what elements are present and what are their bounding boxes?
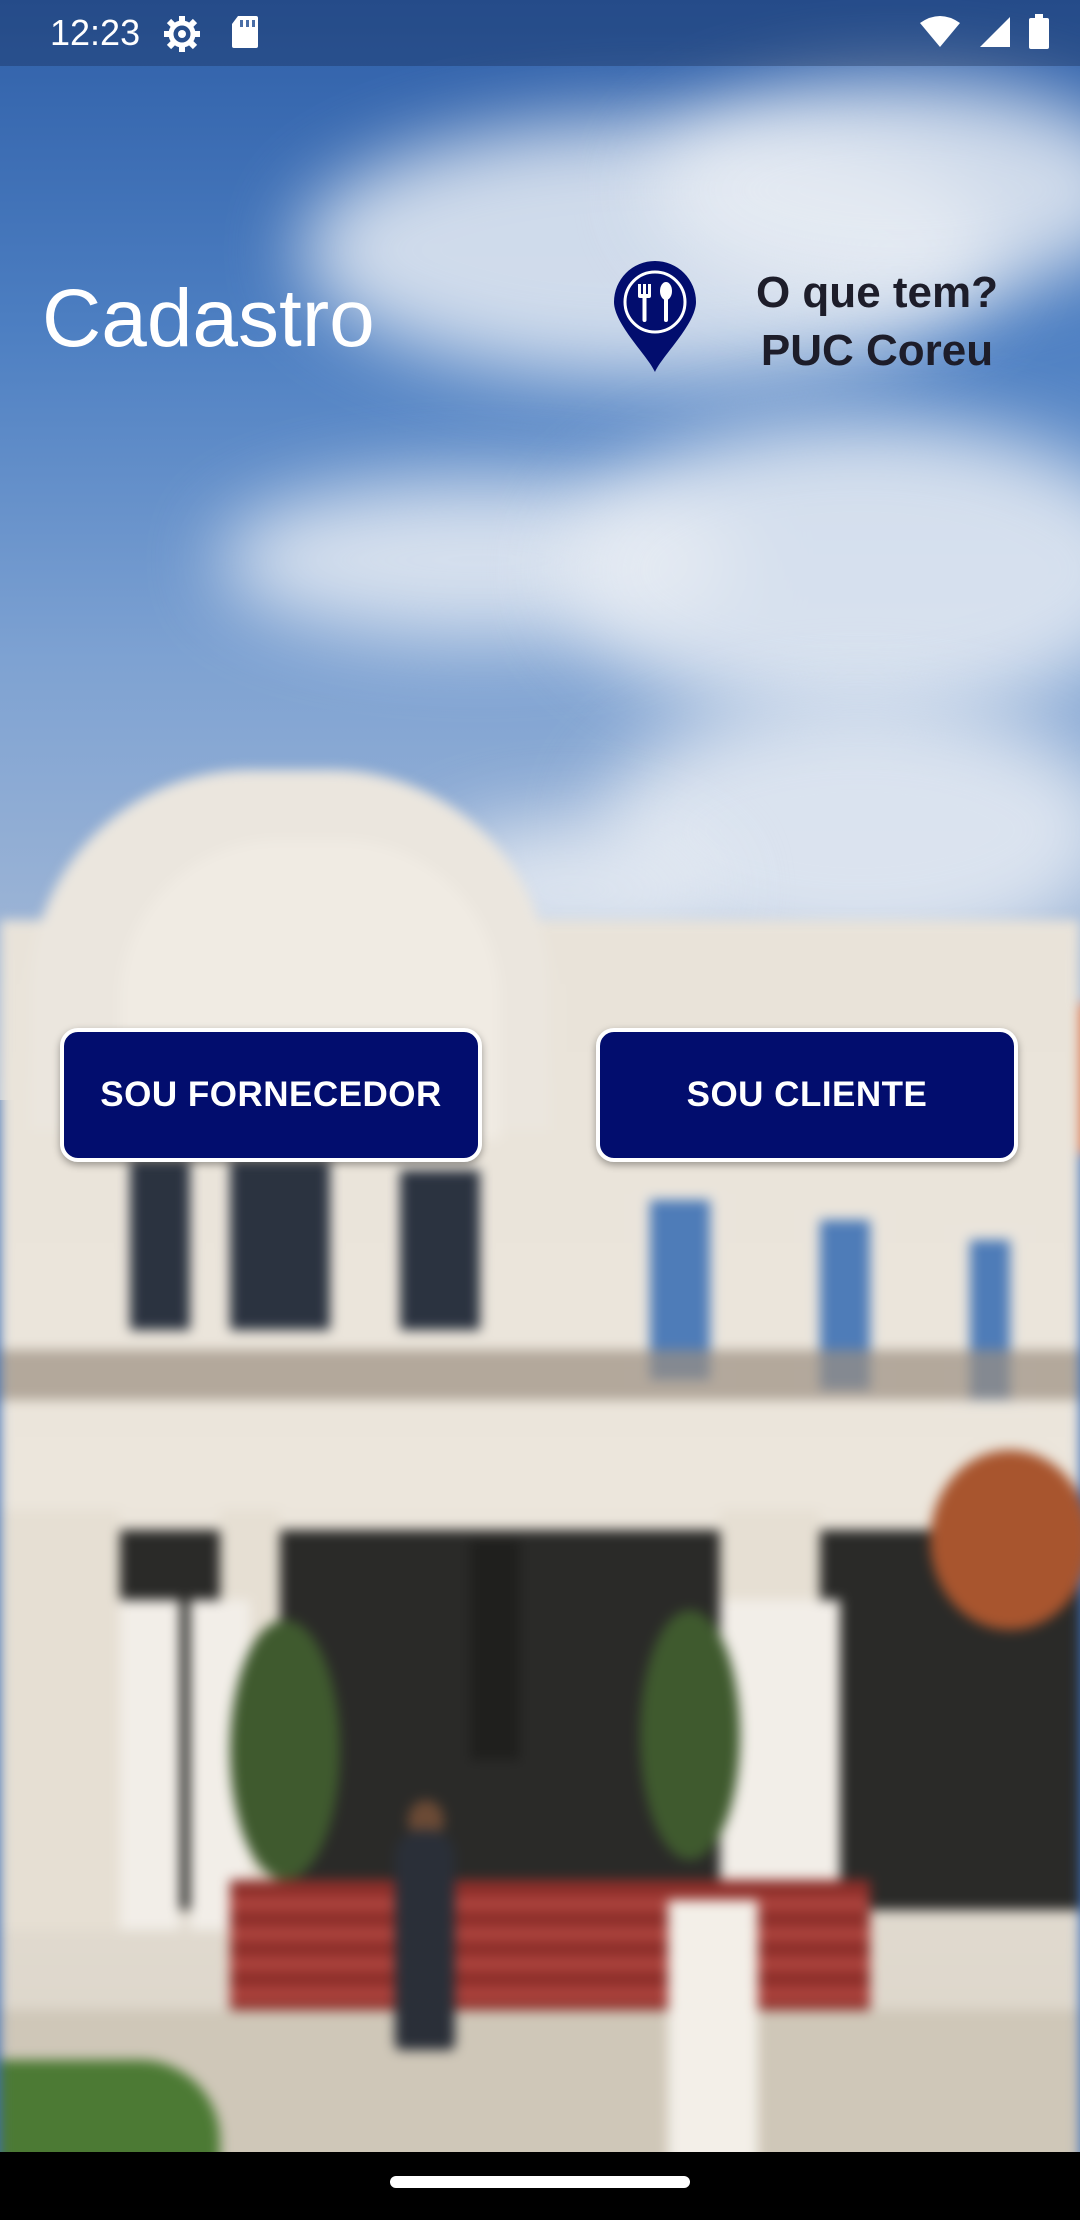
supplier-button[interactable]: SOU FORNECEDOR — [60, 1028, 482, 1162]
sd-card-icon — [230, 14, 260, 55]
status-bar: 12:23 — [0, 0, 1080, 66]
signal-icon — [976, 15, 1012, 54]
battery-icon — [1028, 14, 1050, 55]
app-brand: O que tem? PUC Coreu — [612, 260, 1032, 390]
home-gesture-handle[interactable] — [390, 2176, 690, 2188]
settings-icon — [162, 14, 202, 59]
brand-name: O que tem? PUC Coreu — [722, 264, 1032, 380]
status-time: 12:23 — [50, 12, 141, 53]
brand-line-2: PUC Coreu — [760, 326, 994, 375]
wifi-icon — [920, 15, 960, 54]
map-pin-cutlery-icon — [612, 260, 698, 379]
cadastro-screen: 12:23 Cadastro O que tem? PUC Coreu SOU … — [0, 0, 1080, 2220]
brand-line-1: O que tem? — [755, 268, 999, 317]
page-title: Cadastro — [42, 273, 375, 364]
client-button[interactable]: SOU CLIENTE — [596, 1028, 1018, 1162]
